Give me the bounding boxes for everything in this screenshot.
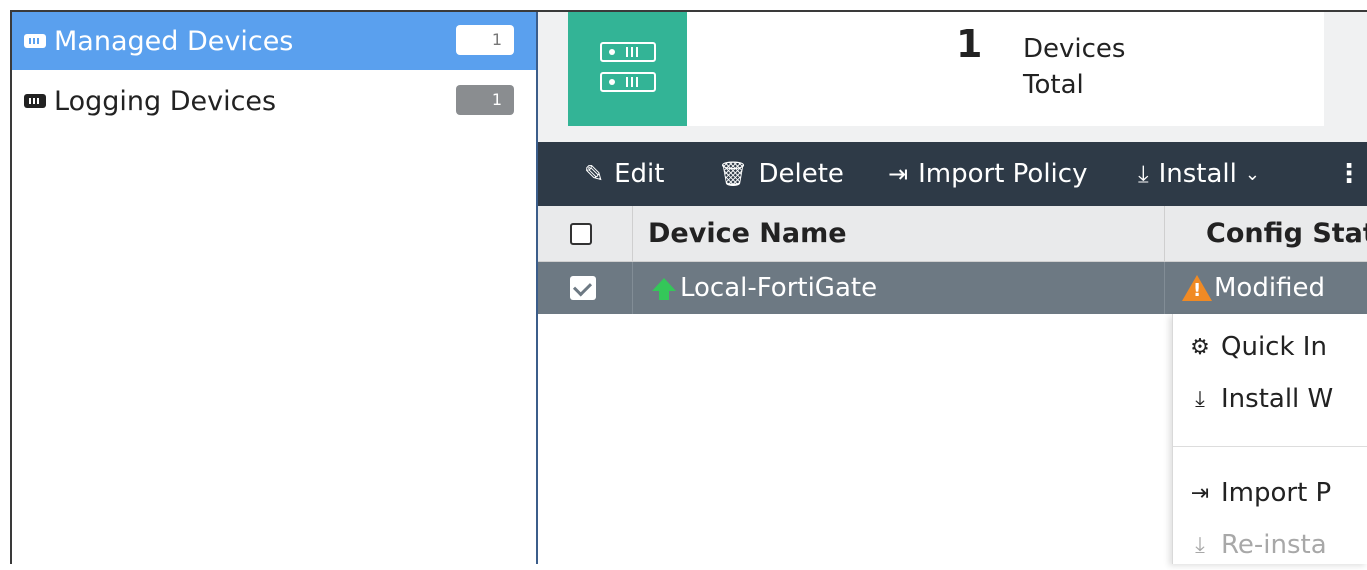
quick-install-icon: ⚙ xyxy=(1190,334,1210,360)
trash-icon: 🗑 xyxy=(718,160,749,188)
column-divider xyxy=(1164,206,1165,261)
edit-icon: ✎ xyxy=(584,160,605,188)
server-rack-bottom xyxy=(600,72,656,92)
menu-item-label: Quick In xyxy=(1221,332,1327,362)
device-sidebar: Managed Devices 1 Logging Devices 1 xyxy=(12,12,538,564)
devices-label: Devices xyxy=(1023,34,1126,64)
import-icon: ⇥ xyxy=(888,160,909,188)
table-row[interactable]: Local-FortiGate Modified xyxy=(538,262,1367,314)
total-label: Total xyxy=(1023,70,1084,100)
device-toolbar: ✎ Edit 🗑 Delete ⇥ Import Policy ⤓ Instal… xyxy=(538,142,1367,206)
column-header-config-status[interactable]: Config Stat xyxy=(1206,206,1367,261)
menu-item-label: Import P xyxy=(1221,478,1332,508)
devices-count: 1 xyxy=(956,22,983,66)
device-name-cell[interactable]: Local-FortiGate xyxy=(652,262,877,314)
install-label: Install xyxy=(1158,159,1237,189)
install-icon: ⤓ xyxy=(1195,386,1205,412)
delete-label: Delete xyxy=(758,159,844,189)
menu-item-install-wizard[interactable]: ⤓ Install W xyxy=(1173,374,1367,424)
menu-item-label: Install W xyxy=(1221,384,1334,414)
edit-button[interactable]: ✎ Edit xyxy=(584,142,664,206)
import-policy-label: Import Policy xyxy=(918,159,1088,189)
reinstall-icon: ⤓ xyxy=(1195,532,1205,558)
count-badge: 1 xyxy=(456,85,514,115)
delete-button[interactable]: 🗑 Delete xyxy=(718,142,844,206)
sidebar-item-label: Logging Devices xyxy=(54,85,277,117)
edit-label: Edit xyxy=(614,159,665,189)
summary-area: 1 Devices Total xyxy=(538,12,1367,142)
install-icon: ⤓ xyxy=(1138,160,1149,188)
device-icon xyxy=(24,34,46,48)
sidebar-item-label: Managed Devices xyxy=(54,25,294,57)
row-checkbox[interactable] xyxy=(570,262,596,314)
chevron-down-icon: ⌄ xyxy=(1244,163,1260,185)
warning-icon xyxy=(1182,275,1212,301)
device-name: Local-FortiGate xyxy=(680,273,878,303)
menu-divider xyxy=(1173,446,1367,447)
device-icon xyxy=(24,94,46,108)
config-status-cell: Modified xyxy=(1182,262,1325,314)
up-arrow-icon xyxy=(652,277,676,300)
more-icon: ⋮ xyxy=(1336,159,1362,189)
config-status: Modified xyxy=(1214,273,1325,303)
column-divider xyxy=(1164,262,1165,314)
import-icon: ⇥ xyxy=(1190,480,1210,506)
column-divider xyxy=(632,262,633,314)
install-dropdown-button[interactable]: ⤓ Install ⌄ xyxy=(1138,142,1260,206)
devices-total-card[interactable]: 1 Devices Total xyxy=(568,12,1324,126)
more-button[interactable]: ⋮ xyxy=(1336,142,1362,206)
server-rack-top xyxy=(600,42,656,62)
table-header: Device Name Config Stat xyxy=(538,206,1367,262)
checkbox-icon xyxy=(570,222,592,245)
install-dropdown-menu: ⚙ Quick In ⤓ Install W ⇥ Import P ⤓ Re-i… xyxy=(1172,314,1367,564)
column-divider xyxy=(632,206,633,261)
column-header-device-name[interactable]: Device Name xyxy=(648,206,847,261)
menu-item-import-policy[interactable]: ⇥ Import P xyxy=(1173,468,1367,518)
menu-item-label: Re-insta xyxy=(1221,530,1327,560)
select-all-checkbox[interactable] xyxy=(570,206,592,261)
checked-icon xyxy=(570,276,596,300)
sidebar-item-managed-devices[interactable]: Managed Devices 1 xyxy=(12,12,536,70)
server-icon xyxy=(568,12,687,126)
menu-item-quick-install[interactable]: ⚙ Quick In xyxy=(1173,322,1367,372)
sidebar-item-logging-devices[interactable]: Logging Devices 1 xyxy=(12,72,536,130)
import-policy-button[interactable]: ⇥ Import Policy xyxy=(888,142,1087,206)
menu-item-reinstall: ⤓ Re-insta xyxy=(1173,520,1367,570)
count-badge: 1 xyxy=(456,25,514,55)
